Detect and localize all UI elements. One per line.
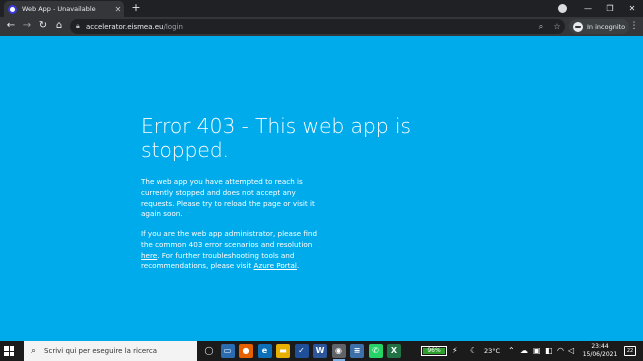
- incognito-icon[interactable]: [558, 4, 567, 13]
- azure-portal-link[interactable]: Azure Portal: [254, 261, 297, 270]
- whatsapp-icon[interactable]: ✆: [368, 344, 383, 358]
- taskbar-search[interactable]: ⌕ Scrivi qui per eseguire la ricerca: [24, 341, 197, 361]
- notepad-icon[interactable]: ≡: [350, 344, 364, 358]
- incognito-profile-button[interactable]: In incognito: [569, 19, 630, 34]
- show-hidden-icons-icon[interactable]: ⌃: [508, 346, 515, 355]
- error-page: Error 403 - This web app is stopped. The…: [0, 36, 643, 341]
- lock-icon[interactable]: 🔒︎: [76, 22, 86, 31]
- edge-icon[interactable]: e: [257, 344, 272, 358]
- search-icon: ⌕: [31, 346, 37, 356]
- window-controls: — ❐ ✕: [577, 0, 643, 17]
- app-tray-icon[interactable]: ▣: [533, 346, 541, 355]
- windows-taskbar: ⌕ Scrivi qui per eseguire la ricerca ◯ ▭ ●…: [0, 341, 643, 361]
- close-tab-icon[interactable]: ✕: [112, 5, 124, 14]
- chrome-icon[interactable]: ◉: [331, 344, 346, 361]
- error-description: The web app you have attempted to reach …: [141, 177, 315, 219]
- battery-level: 96%: [423, 348, 445, 354]
- address-bar[interactable]: 🔒︎ accelerator.eismea.eu/login ⌕ ☆: [70, 19, 565, 34]
- notification-center-icon[interactable]: 22: [624, 346, 636, 356]
- zoom-icon[interactable]: ⌕: [533, 22, 549, 32]
- firefox-icon[interactable]: ●: [239, 344, 253, 358]
- battery-indicator[interactable]: 96%: [421, 346, 447, 356]
- bookmark-star-icon[interactable]: ☆: [549, 22, 565, 31]
- tab-title: Web App - Unavailable: [22, 5, 96, 13]
- search-placeholder: Scrivi qui per eseguire la ricerca: [44, 347, 158, 355]
- admin-help-text: If you are the web app administrator, pl…: [141, 229, 318, 271]
- minimize-button[interactable]: —: [577, 0, 599, 17]
- home-button[interactable]: ⌂: [52, 19, 66, 33]
- site-favicon-icon: [8, 4, 17, 14]
- forward-button[interactable]: →: [20, 19, 34, 33]
- clock-date: 15/06/2021: [582, 351, 618, 358]
- wifi-icon[interactable]: ◠: [557, 346, 564, 355]
- browser-menu-button[interactable]: ⋮: [628, 19, 640, 33]
- back-button[interactable]: ←: [4, 19, 18, 33]
- file-explorer-icon[interactable]: ▬: [276, 344, 290, 358]
- security-tray-icon[interactable]: ◧: [545, 346, 553, 355]
- excel-icon[interactable]: X: [387, 344, 401, 358]
- browser-tab-strip: Web App - Unavailable ✕ + — ❐ ✕: [0, 0, 643, 17]
- help-link-here[interactable]: here: [141, 251, 157, 260]
- mail-icon[interactable]: ✓: [294, 344, 309, 358]
- weather-temperature[interactable]: 23°C: [484, 347, 500, 355]
- url-text[interactable]: accelerator.eismea.eu/login: [86, 23, 533, 31]
- charging-plug-icon[interactable]: ⚡︎: [452, 346, 458, 355]
- maximize-button[interactable]: ❐: [599, 0, 621, 17]
- task-view-icon[interactable]: ▭: [220, 344, 235, 358]
- close-window-button[interactable]: ✕: [621, 0, 643, 17]
- profile-label: In incognito: [587, 22, 626, 31]
- weather-moon-icon[interactable]: ☾: [470, 346, 477, 355]
- system-clock[interactable]: 23:44 15/06/2021: [580, 343, 620, 359]
- browser-toolbar: ← → ↻ ⌂ 🔒︎ accelerator.eismea.eu/login ⌕…: [0, 17, 643, 36]
- error-heading: Error 403 - This web app is stopped.: [141, 114, 411, 162]
- word-icon[interactable]: W: [313, 344, 327, 358]
- start-button[interactable]: [4, 346, 14, 356]
- incognito-avatar-icon: [573, 21, 583, 32]
- clock-time: 23:44: [591, 343, 609, 350]
- cortana-icon[interactable]: ◯: [202, 344, 216, 358]
- reload-button[interactable]: ↻: [36, 19, 50, 33]
- windows-logo-icon: [4, 346, 9, 351]
- cloud-icon[interactable]: ☁: [520, 346, 528, 355]
- browser-tab[interactable]: Web App - Unavailable ✕: [4, 1, 124, 17]
- volume-icon[interactable]: ◁: [568, 346, 574, 355]
- new-tab-button[interactable]: +: [129, 1, 143, 15]
